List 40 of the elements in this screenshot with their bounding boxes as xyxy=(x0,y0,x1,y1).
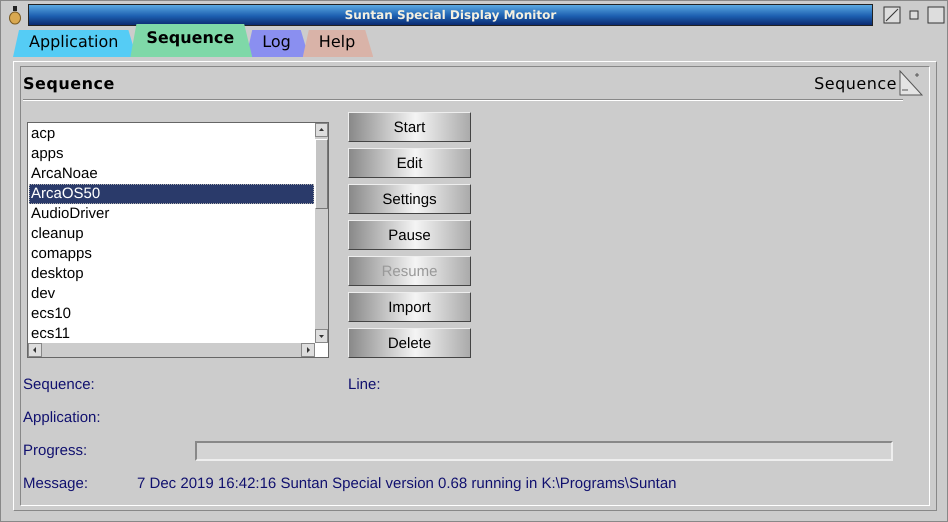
list-item[interactable]: ecs11 xyxy=(29,324,314,344)
list-item[interactable]: comapps xyxy=(29,244,314,264)
tab[interactable]: Sequence xyxy=(130,24,252,57)
page-label: Sequence xyxy=(814,74,897,92)
scroll-up-icon[interactable] xyxy=(315,123,328,137)
sequence-list[interactable]: acp apps ArcaNoae ArcaOS50 AudioDriver cleanup comapps desktop dev ecs10 ecs11 xyxy=(27,122,329,358)
scroll-down-icon[interactable] xyxy=(315,329,328,343)
action-button[interactable]: Edit xyxy=(348,148,471,178)
list-item[interactable]: ecs10 xyxy=(29,304,314,324)
horizontal-scrollbar[interactable] xyxy=(28,343,315,357)
page-heading: Sequence xyxy=(23,74,116,92)
page-turn-icon[interactable] xyxy=(899,70,923,96)
field-label: Message: xyxy=(23,475,90,492)
list-item[interactable]: ArcaNoae xyxy=(29,164,314,184)
app-icon[interactable] xyxy=(8,5,22,25)
list-item[interactable]: cleanup xyxy=(29,224,314,244)
list-item[interactable]: desktop xyxy=(29,264,314,284)
scroll-left-icon[interactable] xyxy=(28,343,42,357)
action-button[interactable]: Pause xyxy=(348,220,471,250)
maximize-icon[interactable] xyxy=(927,6,945,24)
vertical-scrollbar[interactable] xyxy=(315,123,328,343)
scroll-thumb[interactable] xyxy=(315,139,328,209)
list-item[interactable]: apps xyxy=(29,144,314,164)
window-title: Suntan Special Display Monitor xyxy=(344,8,556,22)
list-item[interactable]: ArcaOS50 xyxy=(29,184,314,204)
field-label: Application: xyxy=(23,409,101,426)
field-label: Sequence: xyxy=(23,376,96,393)
action-button[interactable]: Settings xyxy=(348,184,471,214)
list-item[interactable]: AudioDriver xyxy=(29,204,314,224)
tab[interactable]: Help xyxy=(302,30,374,57)
field-label: Progress: xyxy=(23,442,88,459)
list-item[interactable]: acp xyxy=(29,124,314,144)
action-button[interactable]: Import xyxy=(348,292,471,322)
status-message: 7 Dec 2019 16:42:16 Suntan Special version 0.68 running in K:\Programs\Suntan xyxy=(137,475,677,492)
field-label: Line: xyxy=(348,376,381,393)
minimize-icon[interactable] xyxy=(883,6,901,24)
list-item[interactable]: dev xyxy=(29,284,314,304)
action-button[interactable]: Delete xyxy=(348,328,471,358)
scroll-right-icon[interactable] xyxy=(301,343,315,357)
action-button[interactable]: Start xyxy=(348,112,471,142)
